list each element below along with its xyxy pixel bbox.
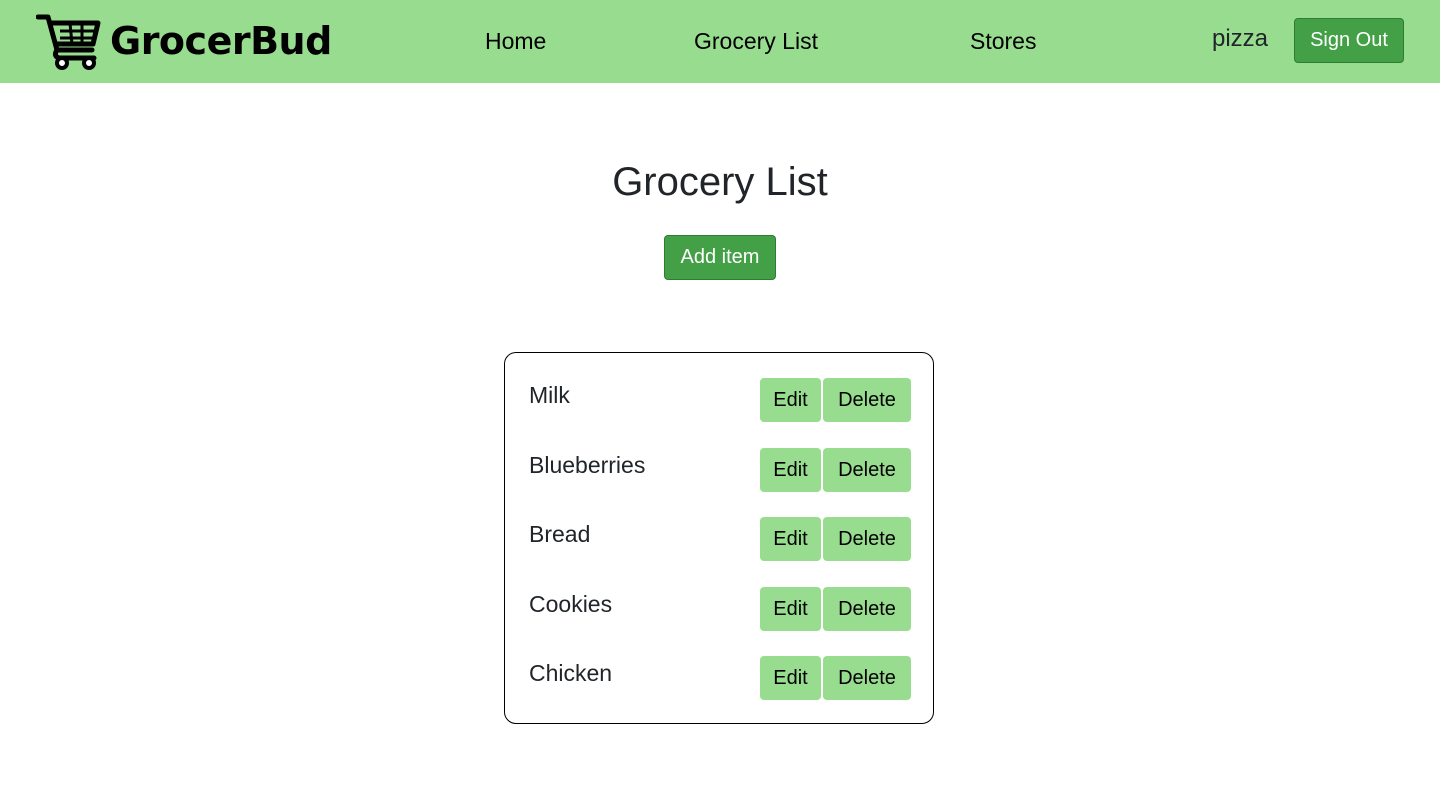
- nav-stores[interactable]: Stores: [970, 26, 1036, 56]
- list-item: Blueberries Edit Delete: [529, 448, 911, 492]
- delete-button[interactable]: Delete: [823, 656, 911, 700]
- edit-button[interactable]: Edit: [760, 517, 821, 561]
- delete-button[interactable]: Delete: [823, 448, 911, 492]
- shopping-cart-icon: [36, 14, 101, 70]
- list-item: Bread Edit Delete: [529, 517, 911, 561]
- edit-button[interactable]: Edit: [760, 587, 821, 631]
- grocery-list: Milk Edit Delete Blueberries Edit Delete…: [504, 352, 934, 724]
- item-name: Cookies: [529, 591, 613, 617]
- item-name: Chicken: [529, 660, 613, 686]
- page-title: Grocery List: [612, 160, 828, 204]
- item-name: Milk: [529, 382, 570, 408]
- delete-button[interactable]: Delete: [823, 517, 911, 561]
- brand-logo[interactable]: GrocerBud: [36, 11, 332, 71]
- brand-name: GrocerBud: [110, 19, 332, 63]
- nav-grocery-list[interactable]: Grocery List: [694, 26, 818, 56]
- list-item: Chicken Edit Delete: [529, 656, 911, 700]
- item-name: Blueberries: [529, 452, 646, 478]
- list-item: Milk Edit Delete: [529, 378, 911, 422]
- edit-button[interactable]: Edit: [760, 656, 821, 700]
- username-label: pizza: [1212, 25, 1269, 52]
- navbar: GrocerBud Home Grocery List Stores pizza…: [0, 0, 1440, 83]
- sign-out-button[interactable]: Sign Out: [1294, 18, 1404, 63]
- delete-button[interactable]: Delete: [823, 587, 911, 631]
- delete-button[interactable]: Delete: [823, 378, 911, 422]
- list-item: Cookies Edit Delete: [529, 587, 911, 631]
- nav-home[interactable]: Home: [485, 26, 546, 56]
- add-item-button[interactable]: Add item: [664, 235, 776, 280]
- item-name: Bread: [529, 521, 591, 547]
- edit-button[interactable]: Edit: [760, 378, 821, 422]
- edit-button[interactable]: Edit: [760, 448, 821, 492]
